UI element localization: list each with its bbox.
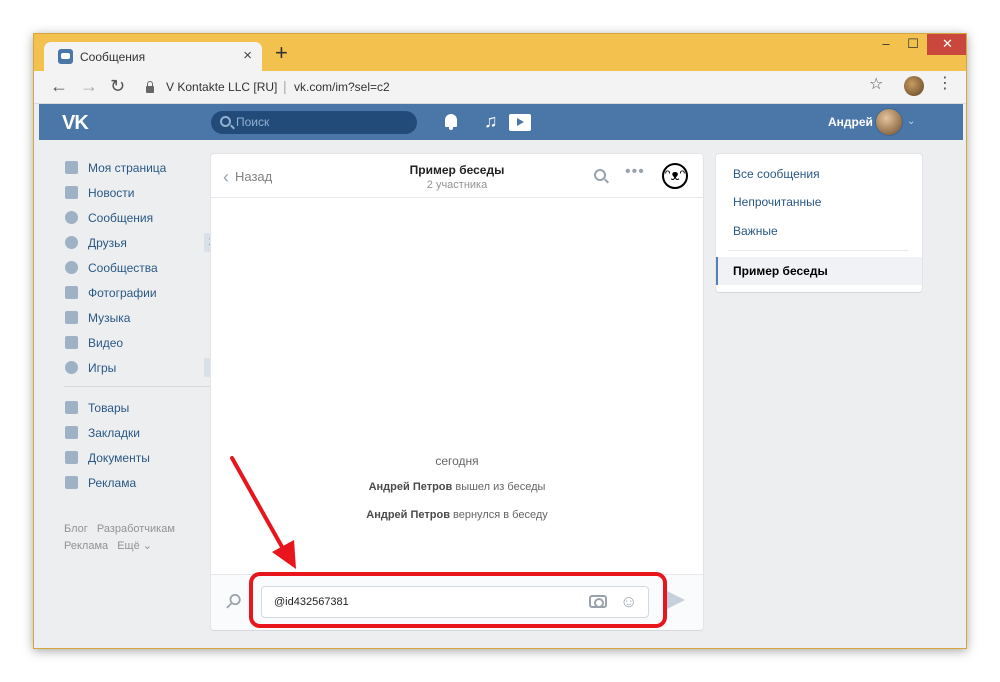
news-icon	[65, 186, 78, 199]
user-avatar[interactable]	[875, 108, 903, 136]
menu-label: Закладки	[88, 426, 140, 440]
communities-icon	[65, 261, 78, 274]
search-input[interactable]	[236, 115, 406, 129]
forward-arrow-icon[interactable]: →	[80, 76, 98, 96]
footer-link-developers[interactable]: Разработчикам	[97, 523, 175, 535]
tab-title: Сообщения	[80, 50, 146, 64]
chat-avatar[interactable]: ᵔᴥᵔ	[662, 163, 688, 189]
menu-item-games[interactable]: Игры 6	[62, 356, 232, 381]
menu-item-goods[interactable]: Товары	[62, 396, 232, 421]
menu-item-video[interactable]: Видео	[62, 331, 232, 356]
browser-tab[interactable]: Сообщения ×	[44, 42, 262, 71]
menu-item-friends[interactable]: Друзья 19	[62, 231, 232, 256]
menu-label: Реклама	[88, 476, 137, 490]
bag-icon	[65, 401, 78, 414]
menu-item-music[interactable]: Музыка	[62, 306, 232, 331]
maximize-button[interactable]: ☐	[900, 34, 926, 55]
home-icon	[65, 161, 78, 174]
menu-item-communities[interactable]: Сообщества	[62, 256, 232, 281]
friends-icon	[65, 236, 78, 249]
footer-link-more[interactable]: Ещё ⌄	[117, 540, 152, 552]
user-name[interactable]: Андрей	[828, 115, 873, 129]
menu-item-ads[interactable]: Реклама	[62, 471, 232, 496]
menu-label: Музыка	[88, 311, 131, 325]
minimize-button[interactable]: ‒	[873, 34, 899, 55]
search-box[interactable]	[211, 111, 417, 134]
search-icon[interactable]	[594, 169, 606, 181]
close-window-button[interactable]: ✕	[927, 34, 966, 55]
service-user-link[interactable]: Андрей Петров	[369, 481, 453, 493]
url-text[interactable]: vk.com/im?sel=c2	[294, 80, 390, 94]
chat-header: ‹ Назад Пример беседы 2 участника ••• ᵔᴥᵔ	[211, 154, 703, 198]
new-tab-button[interactable]: +	[275, 42, 288, 64]
games-icon	[65, 361, 78, 374]
menu-label: Видео	[88, 336, 124, 350]
menu-label: Игры	[88, 361, 117, 375]
search-icon	[220, 116, 231, 127]
menu-label: Сообщества	[88, 261, 158, 275]
menu-label: Друзья	[88, 236, 127, 250]
url-separator: |	[283, 78, 287, 94]
camera-icon	[65, 286, 78, 299]
site-identity: V Kontakte LLC [RU]	[166, 80, 278, 94]
menu-item-messages[interactable]: Сообщения	[62, 206, 232, 231]
menu-dots-icon[interactable]: ⋮	[937, 76, 953, 92]
active-chat-item[interactable]: Пример беседы	[716, 257, 922, 285]
active-chat-label: Пример беседы	[733, 264, 828, 278]
footer-link-blog[interactable]: Блог	[64, 523, 88, 535]
menu-item-bookmarks[interactable]: Закладки	[62, 421, 232, 446]
back-arrow-icon[interactable]: ←	[50, 76, 68, 96]
footer-link-ads[interactable]: Реклама	[64, 540, 108, 552]
menu-item-my-page[interactable]: Моя страница	[62, 156, 232, 181]
left-menu: Моя страница Новости Сообщения Друзья 19…	[62, 156, 232, 496]
menu-item-documents[interactable]: Документы	[62, 446, 232, 471]
menu-label: Документы	[88, 451, 150, 465]
service-user-link[interactable]: Андрей Петров	[366, 509, 450, 521]
menu-label: Моя страница	[88, 161, 167, 175]
profile-avatar[interactable]	[904, 76, 924, 96]
browser-toolbar: ← → ↻ V Kontakte LLC [RU] | vk.com/im?se…	[34, 71, 966, 104]
filter-divider	[728, 250, 908, 251]
video-play-icon[interactable]	[509, 114, 531, 131]
messages-icon	[65, 211, 78, 224]
browser-window: Сообщения × + ‒ ☐ ✕ ← → ↻ V Kontakte LLC…	[33, 33, 967, 649]
send-icon[interactable]	[667, 591, 685, 609]
address-bar[interactable]: V Kontakte LLC [RU] | vk.com/im?sel=c2	[134, 75, 894, 99]
reload-icon[interactable]: ↻	[110, 76, 125, 96]
vk-header: VK ♫ Андрей ⌄	[39, 104, 963, 140]
bell-icon[interactable]	[445, 114, 457, 130]
music-note-icon	[65, 311, 78, 324]
service-text: вышел из беседы	[452, 481, 546, 493]
paperclip-icon[interactable]: ⚲	[219, 587, 247, 615]
menu-label: Фотографии	[88, 286, 157, 300]
star-icon	[65, 426, 78, 439]
menu-label: Новости	[88, 186, 135, 200]
menu-label: Товары	[88, 401, 130, 415]
bookmark-star-icon[interactable]: ☆	[869, 77, 883, 93]
lock-icon[interactable]	[146, 81, 154, 93]
menu-divider	[64, 386, 224, 387]
footer-links: Блог Разработчикам Реклама Ещё ⌄	[64, 521, 224, 555]
chevron-down-icon[interactable]: ⌄	[907, 116, 915, 127]
menu-label: Сообщения	[88, 211, 154, 225]
more-icon[interactable]: •••	[625, 163, 645, 181]
tab-close-icon[interactable]: ×	[243, 47, 252, 64]
music-icon[interactable]: ♫	[484, 111, 498, 131]
title-bar: Сообщения × + ‒ ☐ ✕	[34, 34, 966, 71]
service-text: вернулся в беседу	[449, 509, 548, 521]
filter-all-messages[interactable]: Все сообщения	[733, 167, 820, 181]
document-icon	[65, 451, 78, 464]
menu-item-photos[interactable]: Фотографии	[62, 281, 232, 306]
filter-unread[interactable]: Непрочитанные	[733, 195, 821, 209]
vk-favicon-icon	[58, 49, 73, 64]
megaphone-icon	[65, 476, 78, 489]
filter-important[interactable]: Важные	[733, 224, 778, 238]
vk-logo[interactable]: VK	[62, 112, 89, 135]
red-arrow-annotation	[230, 456, 296, 569]
input-highlight-annotation	[249, 572, 667, 628]
messages-filter-panel: Все сообщения Непрочитанные Важные Приме…	[716, 154, 922, 292]
menu-item-news[interactable]: Новости	[62, 181, 232, 206]
film-icon	[65, 336, 78, 349]
